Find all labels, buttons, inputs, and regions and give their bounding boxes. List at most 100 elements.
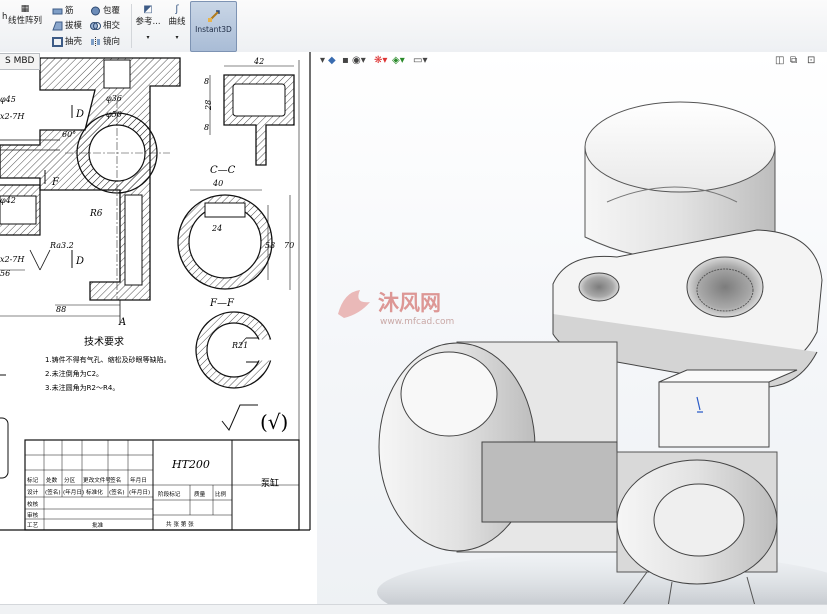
- dim-88: 88: [56, 305, 66, 314]
- instant3d-label: Instant3D: [195, 25, 232, 34]
- watermark: 沐风网 www.mfcad.com: [330, 284, 500, 328]
- linear-pattern-button[interactable]: ▦ 线性阵列: [8, 4, 42, 26]
- detail-view-top: [209, 65, 295, 166]
- tb-cell: (年月日): [129, 488, 150, 496]
- tb-cell: 标记: [27, 476, 39, 484]
- instant3d-button[interactable]: Instant3D: [190, 1, 237, 52]
- curves-icon: ʃ: [175, 4, 179, 15]
- intersect-button[interactable]: 相交: [90, 19, 120, 31]
- 3d-viewport[interactable]: [317, 52, 827, 613]
- dim-thread-2: x2-7H: [0, 255, 25, 264]
- scene-icon[interactable]: ◈▾: [392, 55, 405, 67]
- reference-dropdown-icon[interactable]: ▾: [134, 34, 162, 41]
- curves-label: 曲线: [168, 17, 186, 27]
- tb-cell: 阶段标记: [158, 490, 181, 498]
- left-view-fragment: [0, 417, 9, 479]
- side-cylinder: [378, 341, 618, 553]
- draft-button[interactable]: 拔模: [52, 19, 82, 31]
- tab-mbd[interactable]: S MBD: [0, 53, 41, 70]
- engineering-drawing-panel[interactable]: φ36 φ50 φ45 x2-7H 60° D F φ42 R6 Ra3.2 x…: [0, 52, 320, 613]
- ribbon-edge-fragment: h: [2, 12, 8, 22]
- tb-cell: 工艺: [27, 522, 39, 529]
- roughness-ra32: Ra3.2: [49, 241, 74, 250]
- tech-requirement-1: 1.铸件不得有气孔、缩松及砂眼等缺陷。: [45, 355, 171, 364]
- ribbon-separator: [131, 4, 132, 48]
- dim-56: 56: [0, 269, 10, 278]
- tech-requirements-title: 技术要求: [84, 335, 124, 348]
- rib-icon: [52, 6, 63, 16]
- watermark-brand: 沐风网: [378, 291, 441, 315]
- intersect-icon: [90, 21, 101, 31]
- window-tile-icon[interactable]: ◫: [775, 55, 784, 67]
- tb-cell: 质量: [194, 490, 206, 498]
- tb-cell: 分区: [64, 476, 76, 484]
- reference-label: 参考...: [135, 17, 161, 27]
- rib-button[interactable]: 筋: [52, 4, 74, 16]
- display-settings-icon[interactable]: ▭▾: [413, 55, 427, 67]
- curves-dropdown-icon[interactable]: ▾: [164, 34, 190, 41]
- tb-cell: 校核: [27, 500, 39, 508]
- display-style-icon[interactable]: ◉▾: [352, 55, 366, 67]
- mirror-icon: [90, 36, 101, 47]
- tb-cell: 年月日: [130, 476, 147, 484]
- shell-label: 抽壳: [65, 37, 83, 47]
- part-name-text: 泵缸: [261, 477, 279, 489]
- wrap-icon: [90, 6, 101, 16]
- rib-label: 筋: [65, 6, 74, 16]
- section-title-cc: C—C: [210, 165, 236, 176]
- view-menu-icon[interactable]: ▾: [320, 55, 325, 67]
- window-close-icon[interactable]: ⊡: [807, 55, 815, 67]
- draft-label: 拔模: [65, 21, 83, 31]
- linear-pattern-icon: ▦: [20, 4, 30, 14]
- section-view-icon[interactable]: ▪: [342, 55, 349, 67]
- tb-cell: 共 张 第 张: [166, 520, 194, 528]
- mirror-button[interactable]: 镜向: [90, 35, 120, 47]
- dim-phi50: φ50: [106, 110, 122, 119]
- tb-cell: (签名): [45, 488, 61, 496]
- section-label-d-bottom: D: [75, 256, 84, 267]
- section-label-d-top: D: [75, 109, 84, 120]
- general-roughness-symbol: (√): [221, 404, 288, 434]
- flange-bolt-hole: [578, 272, 620, 302]
- 3d-model-render: [377, 101, 827, 613]
- dim-phi42: φ42: [0, 196, 16, 205]
- command-ribbon: h ▦ 线性阵列 筋 拔模 抽壳 包覆 相交 镜向 ◩ 参考... ▾ ʃ 曲线…: [0, 0, 827, 53]
- dim-28: 28: [204, 100, 213, 111]
- dim-thread-1: x2-7H: [0, 112, 25, 121]
- tb-cell: 签名: [110, 476, 121, 484]
- intersect-label: 相交: [103, 21, 121, 31]
- dim-70: 70: [284, 241, 294, 250]
- shell-button[interactable]: 抽壳: [52, 35, 82, 47]
- title-block-row-2: 设计 (签名) (年月日) 标准化 (签名) (年月日): [27, 488, 150, 496]
- title-block: [24, 439, 300, 531]
- dim-angle-60: 60°: [62, 130, 76, 139]
- threaded-port-hole: [686, 256, 764, 318]
- tb-cell: 标准化: [86, 488, 103, 496]
- shell-icon: [52, 36, 63, 47]
- tech-requirement-3: 3.未注圆角为R2～R4。: [45, 383, 119, 392]
- reference-geometry-button[interactable]: ◩ 参考... ▾: [134, 4, 162, 41]
- view-orientation-icon[interactable]: ◆: [328, 55, 336, 67]
- dim-40: 40: [212, 179, 223, 188]
- dim-53: 53: [265, 241, 275, 250]
- wrap-button[interactable]: 包覆: [90, 4, 120, 16]
- reference-geometry-icon: ◩: [143, 4, 153, 15]
- dim-r21: R21: [231, 341, 248, 350]
- appearance-icon[interactable]: ❋▾: [374, 55, 387, 67]
- section-view-ff: [195, 311, 275, 389]
- view-label-a: A: [118, 317, 126, 328]
- watermark-logo-icon: [338, 290, 370, 318]
- title-block-row-1: 标记 处数 分区 更改文件号 签名 年月日: [27, 476, 147, 484]
- wrap-label: 包覆: [103, 6, 121, 16]
- roughness-parenthetical: (√): [260, 410, 288, 434]
- material-text: HT200: [171, 458, 210, 471]
- dim-8-b: 8: [204, 123, 209, 132]
- dim-24: 24: [211, 224, 222, 233]
- curves-button[interactable]: ʃ 曲线 ▾: [164, 4, 190, 41]
- dim-phi45: φ45: [0, 95, 16, 104]
- drawing-sheet: φ36 φ50 φ45 x2-7H 60° D F φ42 R6 Ra3.2 x…: [0, 52, 311, 531]
- tb-cell: (签名): [109, 488, 125, 496]
- mirror-label: 镜向: [103, 37, 121, 47]
- section-title-ff: F—F: [209, 298, 235, 309]
- window-restore-icon[interactable]: ⧉: [790, 55, 797, 67]
